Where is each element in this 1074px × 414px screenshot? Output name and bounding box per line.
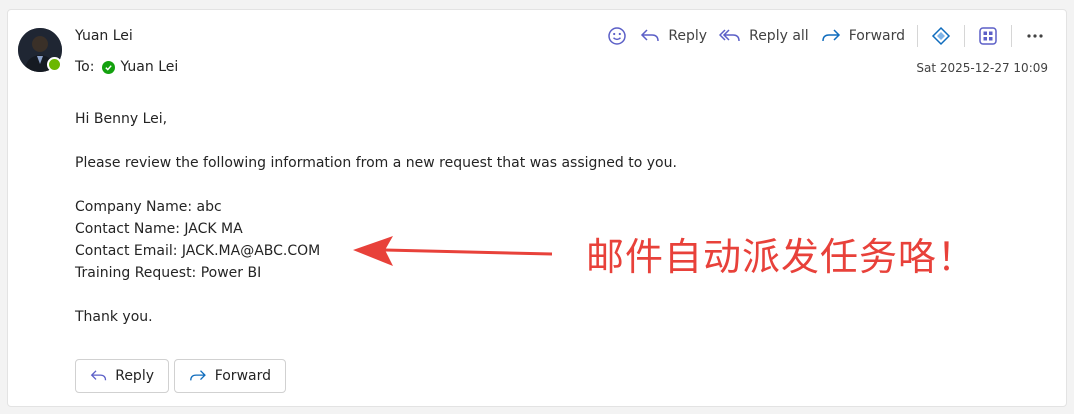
copilot-icon[interactable] [928,23,954,49]
reply-all-label: Reply all [749,28,809,44]
toolbar-divider-3 [1011,25,1012,47]
field-company: Company Name: abc [75,199,222,215]
bottom-reply-label: Reply [115,368,154,384]
check-icon [102,60,116,74]
annotation-arrow [353,236,553,266]
forward-icon [821,29,840,42]
reply-icon [90,370,107,381]
reply-button[interactable]: Reply [640,28,707,44]
intro-text: Please review the following information … [75,155,677,171]
emoji-icon[interactable] [604,23,630,49]
bottom-forward-label: Forward [214,368,271,384]
closing: Thank you. [75,309,153,325]
recipient-line: To: Yuan Lei [75,59,178,75]
forward-button[interactable]: Forward [821,28,905,44]
presence-badge [47,57,62,72]
message-toolbar: Reply Reply all Forward [600,22,1052,50]
toolbar-divider [917,25,918,47]
timestamp: Sat 2025-12-27 10:09 [916,61,1048,75]
forward-icon [190,370,206,381]
sender-name[interactable]: Yuan Lei [75,28,133,44]
bottom-forward-button[interactable]: Forward [174,359,286,393]
reply-label: Reply [668,28,708,44]
forward-label: Forward [848,28,905,44]
toolbar-divider-2 [964,25,965,47]
to-label: To: [75,59,95,75]
reply-icon [641,29,660,42]
apps-icon[interactable] [975,23,1001,49]
bottom-reply-button[interactable]: Reply [75,359,169,393]
recipient-name[interactable]: Yuan Lei [120,59,178,75]
annotation-text: 邮件自动派发任务咯！ [586,235,977,279]
message-body: Hi Benny Lei, Please review the followin… [75,108,677,328]
reply-all-button[interactable]: Reply all [719,28,809,44]
more-icon[interactable] [1022,23,1048,49]
reply-all-icon [719,29,740,42]
greeting: Hi Benny Lei, [75,111,168,127]
